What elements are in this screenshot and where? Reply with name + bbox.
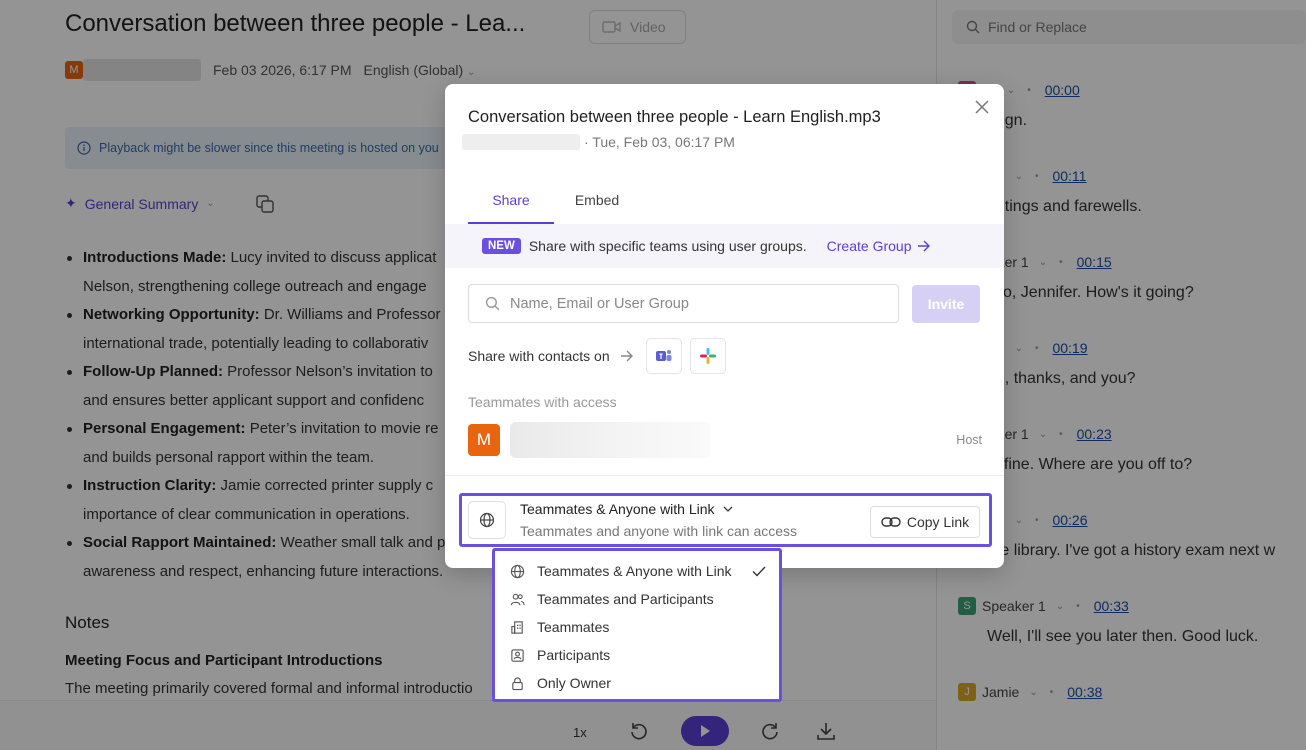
contact-card-icon bbox=[511, 648, 524, 662]
permission-option-only-owner[interactable]: Only Owner bbox=[495, 669, 779, 697]
globe-icon bbox=[479, 512, 495, 528]
banner-text: Share with specific teams using user gro… bbox=[528, 238, 807, 254]
teams-share-button[interactable] bbox=[645, 338, 682, 374]
permission-title: Teammates & Anyone with Link bbox=[520, 501, 715, 517]
access-member-row: M Host bbox=[468, 422, 982, 458]
option-label: Teammates and Participants bbox=[537, 591, 714, 607]
search-icon bbox=[485, 296, 500, 311]
create-group-link[interactable]: Create Group bbox=[827, 238, 932, 254]
globe-icon bbox=[510, 564, 525, 578]
avatar: M bbox=[468, 424, 500, 456]
microsoft-teams-icon bbox=[655, 350, 672, 361]
link-permission-selector[interactable]: Teammates & Anyone with Link Teammates a… bbox=[459, 493, 992, 547]
checkmark-icon bbox=[752, 566, 766, 577]
users-icon bbox=[510, 593, 525, 605]
tab-embed[interactable]: Embed bbox=[554, 188, 640, 224]
blurred-owner-name bbox=[462, 134, 580, 150]
permission-option-teammates[interactable]: Teammates bbox=[495, 613, 779, 641]
share-modal: Conversation between three people - Lear… bbox=[445, 84, 1004, 568]
permission-option-participants[interactable]: Participants bbox=[495, 641, 779, 669]
permission-dropdown: Teammates & Anyone with Link Teammates a… bbox=[492, 548, 782, 702]
option-label: Teammates bbox=[537, 619, 610, 635]
modal-subtitle: · Tue, Feb 03, 06:17 PM bbox=[462, 134, 735, 150]
modal-tabs: Share Embed bbox=[468, 188, 640, 224]
share-contacts-row: Share with contacts on bbox=[468, 338, 726, 374]
invite-button[interactable]: Invite bbox=[912, 285, 980, 323]
create-group-label: Create Group bbox=[826, 238, 912, 254]
modal-date: · Tue, Feb 03, 06:17 PM bbox=[584, 134, 735, 150]
user-groups-banner: NEW Share with specific teams using user… bbox=[445, 224, 1004, 268]
divider bbox=[445, 475, 1004, 476]
option-label: Only Owner bbox=[537, 675, 611, 691]
option-label: Teammates & Anyone with Link bbox=[537, 563, 732, 579]
access-heading: Teammates with access bbox=[468, 394, 617, 410]
permission-text: Teammates & Anyone with Link Teammates a… bbox=[520, 501, 797, 539]
new-badge: NEW bbox=[482, 238, 521, 254]
blurred-member-name bbox=[510, 422, 710, 458]
search-placeholder: Name, Email or User Group bbox=[510, 295, 689, 312]
lock-icon bbox=[512, 676, 523, 690]
close-icon[interactable] bbox=[973, 98, 991, 116]
globe-icon-box bbox=[468, 501, 506, 539]
link-icon bbox=[881, 517, 901, 527]
modal-title: Conversation between three people - Lear… bbox=[468, 108, 881, 126]
permission-option-anyone-with-link[interactable]: Teammates & Anyone with Link bbox=[495, 557, 779, 585]
slack-share-button[interactable] bbox=[689, 338, 726, 374]
chevron-down-icon bbox=[723, 506, 733, 512]
tab-share[interactable]: Share bbox=[468, 188, 554, 224]
share-search-input[interactable]: Name, Email or User Group bbox=[468, 284, 899, 323]
member-role: Host bbox=[956, 433, 982, 447]
copy-link-label: Copy Link bbox=[906, 514, 970, 530]
permission-option-teammates-participants[interactable]: Teammates and Participants bbox=[495, 585, 779, 613]
copy-link-button[interactable]: Copy Link bbox=[870, 506, 980, 538]
slack-icon bbox=[699, 348, 716, 364]
option-label: Participants bbox=[537, 647, 611, 663]
contacts-label: Share with contacts on bbox=[468, 348, 610, 364]
arrow-right-icon bbox=[918, 240, 931, 252]
permission-description: Teammates and anyone with link can acces… bbox=[520, 523, 798, 539]
building-icon bbox=[511, 620, 523, 634]
arrow-right-icon bbox=[620, 350, 633, 362]
permission-title-row: Teammates & Anyone with Link bbox=[520, 501, 797, 517]
